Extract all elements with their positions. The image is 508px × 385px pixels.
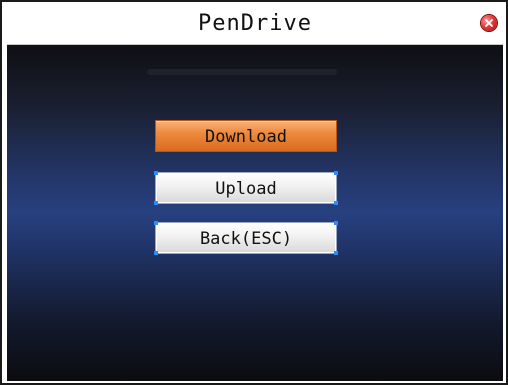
window-title: PenDrive <box>198 11 312 36</box>
corner-marker <box>154 171 158 175</box>
corner-marker <box>334 201 338 205</box>
close-icon[interactable] <box>481 15 497 31</box>
back-esc-button[interactable]: Back(ESC) <box>154 221 338 255</box>
corner-marker <box>334 251 338 255</box>
corner-marker <box>154 201 158 205</box>
corner-marker <box>154 251 158 255</box>
upload-button[interactable]: Upload <box>154 171 338 205</box>
corner-marker <box>154 221 158 225</box>
corner-marker <box>334 171 338 175</box>
decorative-strip <box>147 69 337 75</box>
device-frame: PenDrive Download Upload Back(ESC) <box>0 0 508 385</box>
menu-screen: Download Upload Back(ESC) <box>7 45 503 381</box>
back-esc-button-label: Back(ESC) <box>199 229 293 249</box>
download-button[interactable]: Download <box>155 120 337 152</box>
corner-marker <box>334 221 338 225</box>
title-bar: PenDrive <box>7 4 503 45</box>
close-glyph <box>485 19 493 27</box>
upload-button-label: Upload <box>215 179 277 199</box>
